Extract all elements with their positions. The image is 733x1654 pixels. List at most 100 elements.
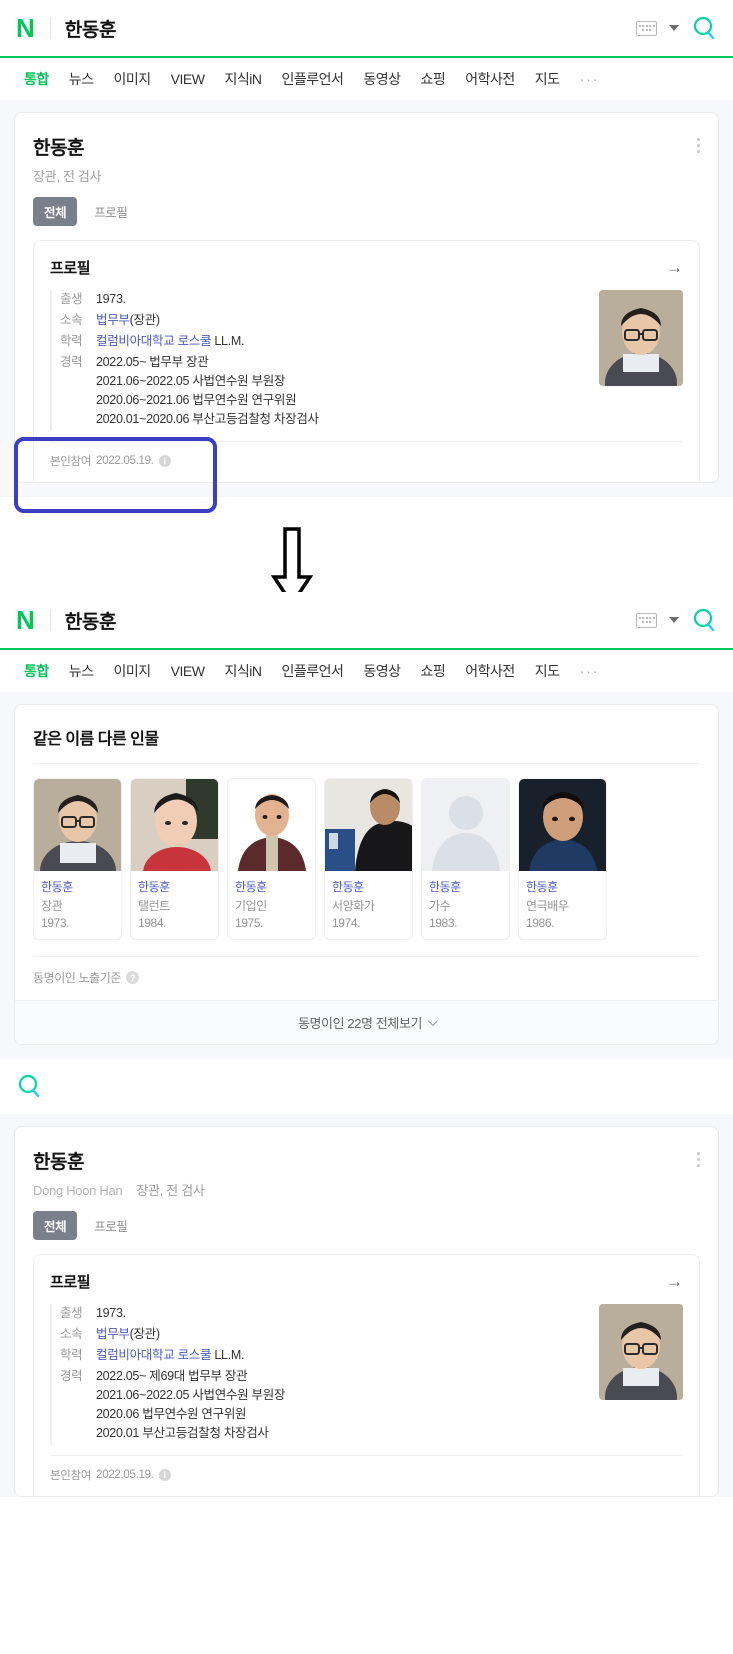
tab-동영상[interactable]: 동영상 bbox=[353, 661, 410, 681]
tab-인플루언서[interactable]: 인플루언서 bbox=[271, 661, 353, 681]
more-options-icon[interactable] bbox=[697, 1147, 700, 1167]
header-actions bbox=[636, 607, 717, 633]
row-value-education: 컬럼비아대학교 로스쿨 LL.M. bbox=[96, 1346, 244, 1365]
profile-panel-title: 프로필 bbox=[50, 260, 91, 277]
profile-panel-body: 출생 1973. 소속 법무부(장관) 학력 컬럼비아대학교 로스쿨 LL.M. bbox=[50, 290, 683, 431]
list-item[interactable]: 한동훈 연극배우 1986. bbox=[518, 778, 607, 940]
person-job: 가수 bbox=[429, 899, 451, 913]
education-link[interactable]: 컬럼비아대학교 로스쿨 bbox=[96, 1348, 211, 1362]
person-profile-card-top: 한동훈 장관, 전 검사 전체 프로필 프로필 → 출생 1973. 소속 법무… bbox=[14, 112, 719, 483]
list-item[interactable]: 한동훈 장관 1973. bbox=[33, 778, 122, 940]
keyboard-icon[interactable] bbox=[636, 612, 657, 628]
tab-동영상[interactable]: 동영상 bbox=[353, 69, 410, 89]
person-name[interactable]: 한동훈 bbox=[138, 878, 211, 895]
info-icon[interactable]: i bbox=[158, 455, 171, 467]
search-query-text[interactable]: 한동훈 bbox=[65, 607, 117, 634]
profile-panel-head: 프로필 → bbox=[50, 257, 683, 278]
row-value-affiliation: 법무부(장관) bbox=[96, 1325, 160, 1344]
screenshot-section-bottom: 한동훈 Dong Hoon Han 장관, 전 검사 전체 프로필 프로필 → bbox=[0, 1059, 733, 1497]
list-item[interactable]: 한동훈 서양화가 1974. bbox=[324, 778, 413, 940]
arrow-right-icon[interactable]: → bbox=[666, 1273, 683, 1290]
exposure-criteria-label[interactable]: 동명이인 노출기준 bbox=[33, 969, 121, 986]
list-item[interactable]: 한동훈 기업인 1975. bbox=[227, 778, 316, 940]
career-line: 2022.05~ 법무부 장관 bbox=[96, 355, 209, 369]
person-job: 장관 bbox=[41, 899, 63, 913]
pill-전체[interactable]: 전체 bbox=[33, 1211, 78, 1240]
profile-pill-tabs: 전체 프로필 bbox=[33, 197, 700, 226]
affiliation-link[interactable]: 법무부 bbox=[96, 313, 130, 327]
profile-panel-title: 프로필 bbox=[50, 1274, 91, 1291]
search-icon[interactable] bbox=[691, 607, 717, 633]
same-name-people-grid: 한동훈 장관 1973. 한동훈 탤런트 1984. 한동훈 기업인 1975.… bbox=[33, 764, 700, 940]
tab-view[interactable]: VIEW bbox=[161, 663, 215, 679]
tab-인플루언서[interactable]: 인플루언서 bbox=[271, 69, 353, 89]
person-year: 1986. bbox=[526, 916, 555, 930]
tab-지도[interactable]: 지도 bbox=[525, 69, 570, 89]
person-thumbnail-painter bbox=[325, 779, 412, 871]
tab-뉴스[interactable]: 뉴스 bbox=[59, 661, 104, 681]
search-query-text[interactable]: 한동훈 bbox=[65, 15, 117, 42]
person-job: 기업인 bbox=[235, 899, 267, 913]
list-item[interactable]: 한동훈 탤런트 1984. bbox=[130, 778, 219, 940]
person-photo[interactable] bbox=[599, 1304, 683, 1400]
person-name[interactable]: 한동훈 bbox=[332, 878, 405, 895]
arrow-right-icon[interactable]: → bbox=[666, 259, 683, 276]
tab-통합[interactable]: 통합 bbox=[14, 69, 59, 89]
tab-이미지[interactable]: 이미지 bbox=[104, 69, 161, 89]
tab-이미지[interactable]: 이미지 bbox=[104, 661, 161, 681]
header-actions bbox=[636, 15, 717, 41]
profile-detail-list: 출생 1973. 소속 법무부(장관) 학력 컬럼비아대학교 로스쿨 LL.M. bbox=[50, 1304, 589, 1445]
person-photo[interactable] bbox=[599, 290, 683, 386]
keyboard-icon[interactable] bbox=[636, 20, 657, 36]
tab-지식in[interactable]: 지식iN bbox=[214, 69, 271, 89]
list-item[interactable]: 한동훈 가수 1983. bbox=[421, 778, 510, 940]
info-icon[interactable]: i bbox=[158, 1469, 171, 1481]
education-link[interactable]: 컬럼비아대학교 로스쿨 bbox=[96, 334, 211, 348]
tab-어학사전[interactable]: 어학사전 bbox=[455, 69, 525, 89]
pill-프로필[interactable]: 프로필 bbox=[83, 1211, 138, 1240]
pill-전체[interactable]: 전체 bbox=[33, 197, 78, 226]
tab-어학사전[interactable]: 어학사전 bbox=[455, 661, 525, 681]
show-all-same-name-button[interactable]: 동명이인 22명 전체보기 bbox=[15, 1000, 718, 1044]
search-tabs-middle: 통합 뉴스 이미지 VIEW 지식iN 인플루언서 동영상 쇼핑 어학사전 지도… bbox=[0, 650, 733, 692]
person-year: 1975. bbox=[235, 916, 264, 930]
person-year: 1984. bbox=[138, 916, 167, 930]
person-meta: 한동훈 탤런트 1984. bbox=[131, 871, 218, 939]
career-line: 2020.01 부산고등검찰청 차장검사 bbox=[96, 1426, 269, 1440]
naver-logo-icon[interactable]: N bbox=[16, 607, 35, 633]
chevron-down-icon[interactable] bbox=[669, 25, 679, 31]
table-row: 경력 2022.05~ 법무부 장관 2021.06~2022.05 사법연수원… bbox=[52, 353, 589, 429]
tabs-more-icon[interactable]: ··· bbox=[572, 663, 608, 680]
career-line: 2022.05~ 제69대 법무부 장관 bbox=[96, 1369, 248, 1383]
person-name[interactable]: 한동훈 bbox=[429, 878, 502, 895]
person-subtitle-text: 장관, 전 검사 bbox=[33, 169, 102, 184]
tab-지식in[interactable]: 지식iN bbox=[214, 661, 271, 681]
person-meta: 한동훈 장관 1973. bbox=[34, 871, 121, 939]
screenshot-section-middle: N 한동훈 통합 뉴스 이미지 VIEW 지식iN 인플루언서 동영상 쇼핑 어… bbox=[0, 592, 733, 1059]
tab-쇼핑[interactable]: 쇼핑 bbox=[410, 661, 455, 681]
person-name[interactable]: 한동훈 bbox=[526, 878, 599, 895]
row-label-education: 학력 bbox=[60, 1348, 83, 1362]
person-name[interactable]: 한동훈 bbox=[235, 878, 308, 895]
same-name-people-card: 같은 이름 다른 인물 한동훈 장관 1973. 한동훈 탤런트 1984. 한… bbox=[14, 704, 719, 1045]
tab-통합[interactable]: 통합 bbox=[14, 661, 59, 681]
more-options-icon[interactable] bbox=[697, 133, 700, 153]
help-icon[interactable]: ? bbox=[126, 971, 140, 984]
pill-프로필[interactable]: 프로필 bbox=[83, 197, 138, 226]
tab-view[interactable]: VIEW bbox=[161, 71, 215, 87]
naver-logo-icon[interactable]: N bbox=[16, 15, 35, 41]
affiliation-link[interactable]: 법무부 bbox=[96, 1327, 130, 1341]
tab-뉴스[interactable]: 뉴스 bbox=[59, 69, 104, 89]
search-icon[interactable] bbox=[691, 15, 717, 41]
self-participation-date: 2022.05.19. bbox=[96, 1469, 154, 1481]
tabs-more-icon[interactable]: ··· bbox=[572, 71, 608, 88]
tab-지도[interactable]: 지도 bbox=[525, 661, 570, 681]
person-job: 연극배우 bbox=[526, 899, 569, 913]
person-year: 1973. bbox=[41, 916, 70, 930]
person-english-name: Dong Hoon Han bbox=[33, 1183, 123, 1198]
tab-쇼핑[interactable]: 쇼핑 bbox=[410, 69, 455, 89]
row-value-birth: 1973. bbox=[96, 292, 126, 306]
person-name[interactable]: 한동훈 bbox=[41, 878, 114, 895]
row-label-birth: 출생 bbox=[60, 1306, 83, 1320]
chevron-down-icon[interactable] bbox=[669, 617, 679, 623]
